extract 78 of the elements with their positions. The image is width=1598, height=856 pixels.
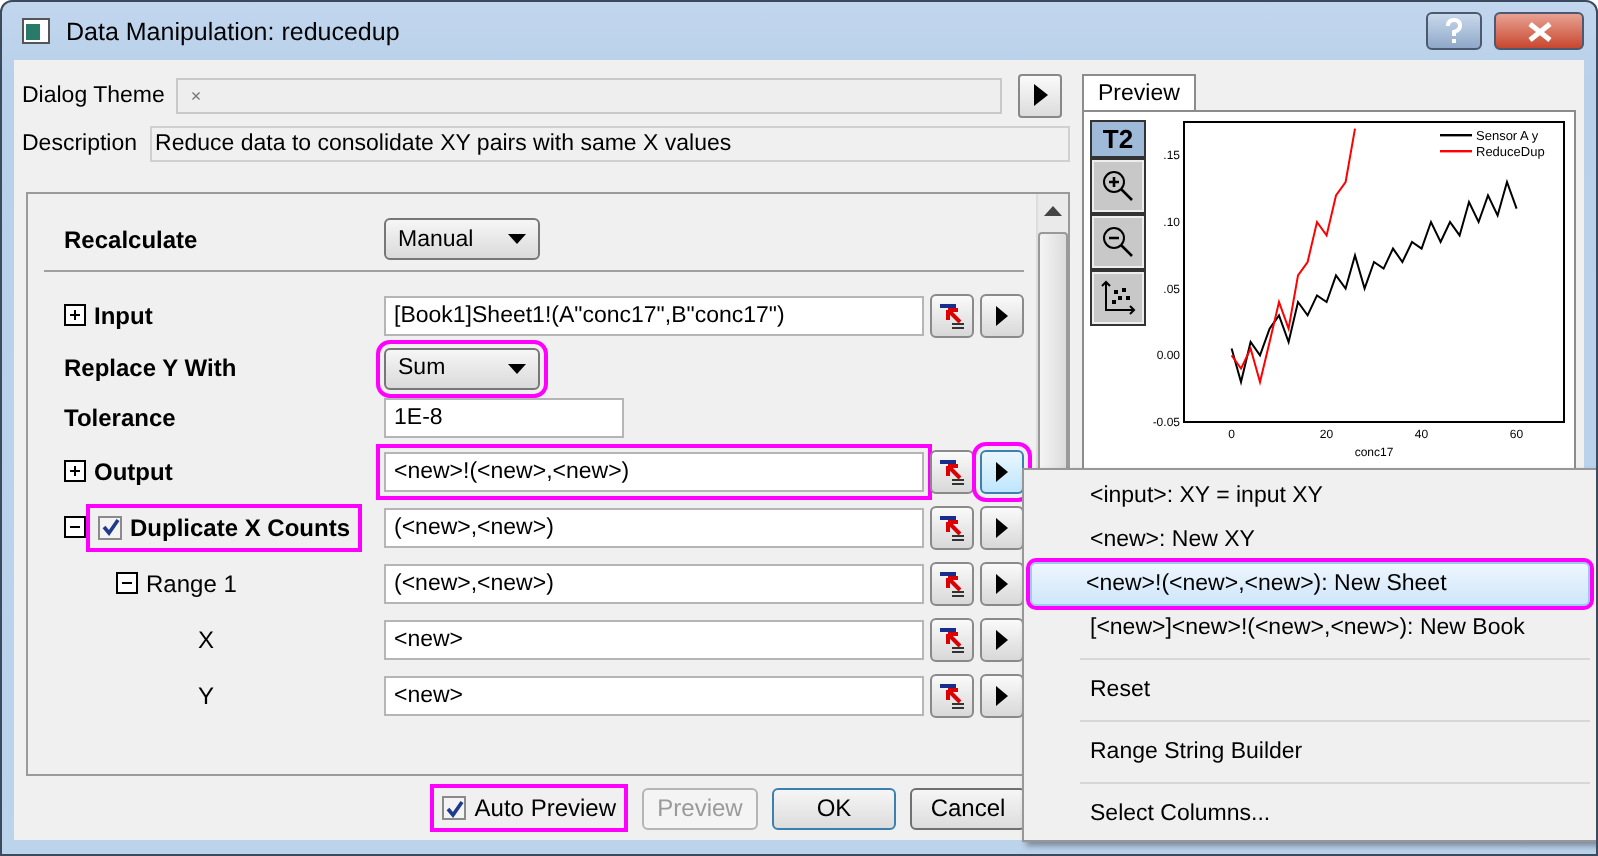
help-button[interactable]	[1426, 12, 1482, 50]
triangle-icon	[996, 461, 1008, 481]
dialog-button[interactable]: Cancel	[910, 787, 1026, 830]
range-select-icon	[938, 625, 966, 653]
theme-label: Dialog Theme	[22, 83, 165, 108]
triangle-icon	[996, 685, 1008, 705]
zoom-out-button[interactable]	[1092, 216, 1144, 268]
legend-line-icon	[1440, 134, 1472, 137]
range-select-icon	[938, 457, 966, 485]
range-select-button[interactable]	[930, 617, 974, 661]
setting-label: Recalculate	[64, 225, 198, 253]
range-field[interactable]: (<new>,<new>)	[384, 563, 924, 603]
menu-item[interactable]: <new>!(<new>,<new>): New Sheet	[1030, 562, 1590, 606]
theme-field[interactable]: ×	[176, 77, 1003, 114]
preview-tab[interactable]: Preview	[1082, 74, 1196, 112]
close-button[interactable]	[1494, 12, 1584, 50]
rescale-icon	[1100, 280, 1136, 316]
range-field[interactable]: <new>	[384, 675, 924, 715]
setting-label: Tolerance	[64, 404, 176, 432]
close-icon	[1527, 21, 1551, 41]
range-select-button[interactable]	[930, 673, 974, 717]
range-menu-button[interactable]	[980, 561, 1024, 605]
caret-icon	[508, 234, 526, 244]
triangle-icon	[996, 573, 1008, 593]
range-select-icon	[938, 301, 966, 329]
range-menu-button[interactable]	[980, 505, 1024, 549]
triangle-icon	[996, 629, 1008, 649]
expand-icon[interactable]	[64, 460, 86, 482]
scroll-up-icon	[1044, 205, 1062, 215]
description-field: Reduce data to consolidate XY pairs with same X values	[149, 125, 1070, 162]
menu-item[interactable]: <input>: XY = input XY	[1030, 474, 1590, 518]
rescale-button[interactable]	[1092, 272, 1144, 324]
description-label: Description	[22, 131, 138, 156]
triangle-icon	[996, 517, 1008, 537]
range-menu-button[interactable]	[980, 293, 1024, 337]
dialog-button[interactable]: OK	[772, 787, 896, 830]
setting-label: Input	[94, 301, 153, 329]
zoom-in-icon	[1100, 168, 1136, 204]
tolerance-field[interactable]: 1E-8	[384, 398, 624, 438]
duplicate-counts-checkbox[interactable]: Duplicate X Counts	[94, 511, 355, 543]
menu-item[interactable]: [<new>]<new>!(<new>,<new>): New Book	[1030, 606, 1590, 650]
menu-item[interactable]: Select Columns...	[1030, 792, 1590, 836]
expand-icon[interactable]	[64, 304, 86, 326]
window-title: Data Manipulation: reducedup	[66, 17, 400, 45]
setting-label: Range 1	[146, 569, 237, 597]
collapse-icon[interactable]	[116, 572, 138, 594]
menu-item[interactable]: Reset	[1030, 668, 1590, 712]
dropdown[interactable]: Manual	[384, 218, 540, 260]
menu-item[interactable]: Range String Builder	[1030, 730, 1590, 774]
range-select-button[interactable]	[930, 561, 974, 605]
theme-menu-button[interactable]	[1018, 73, 1063, 118]
range-menu-button[interactable]	[980, 673, 1024, 717]
caret-icon	[508, 363, 526, 373]
zoom-out-icon	[1100, 224, 1136, 260]
range-field[interactable]: <new>	[384, 619, 924, 659]
triangle-icon	[996, 305, 1008, 325]
triangle-icon	[1033, 84, 1048, 107]
collapse-icon[interactable]	[64, 516, 86, 538]
setting-label: X	[198, 625, 215, 653]
zoom-in-button[interactable]	[1092, 160, 1144, 212]
legend-line-icon	[1440, 150, 1472, 153]
range-field[interactable]: [Book1]Sheet1!(A"conc17",B"conc17")	[384, 295, 924, 335]
toolbar-label: T2	[1092, 122, 1144, 156]
range-select-icon	[938, 569, 966, 597]
setting-label: Output	[94, 457, 173, 485]
range-select-button[interactable]	[930, 293, 974, 337]
setting-label: Replace Y With	[64, 354, 237, 382]
setting-label: Y	[198, 681, 215, 709]
help-icon	[1444, 18, 1464, 44]
auto-preview-checkbox[interactable]: Auto Preview	[438, 792, 620, 825]
range-menu-button[interactable]	[980, 617, 1024, 661]
range-select-icon	[938, 681, 966, 709]
app-icon	[22, 17, 54, 45]
range-select-button[interactable]	[930, 505, 974, 549]
menu-item[interactable]: <new>: New XY	[1030, 518, 1590, 562]
range-select-button[interactable]	[930, 449, 974, 493]
range-field[interactable]: (<new>,<new>)	[384, 507, 924, 547]
range-select-icon	[938, 513, 966, 541]
